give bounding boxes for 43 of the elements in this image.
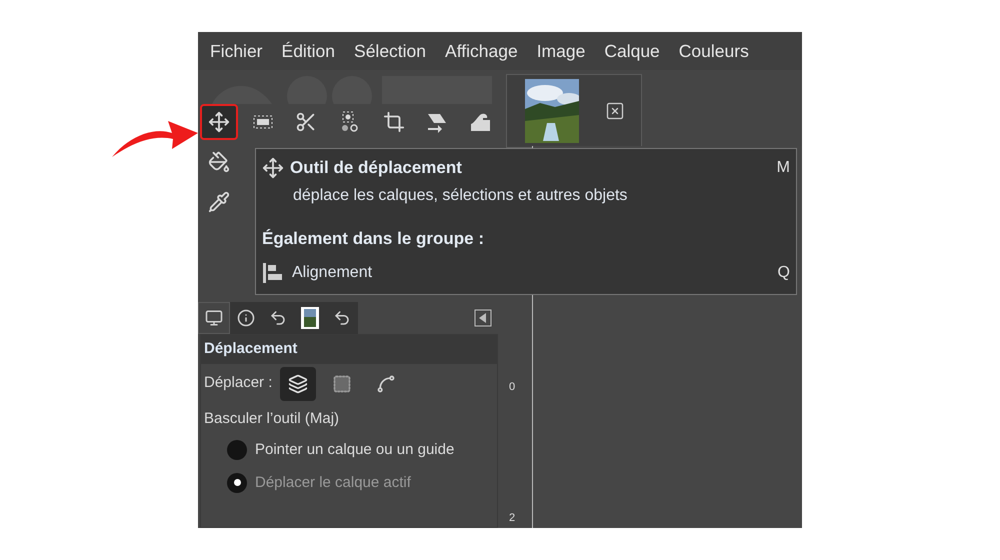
align-left-icon [262, 262, 284, 284]
shortcut-label: M [776, 158, 790, 178]
move-label: Déplacer : [204, 373, 272, 394]
menu-item[interactable]: Fichier [210, 38, 263, 64]
menu-item[interactable]: Édition [282, 38, 336, 64]
menu-item[interactable]: Affichage [445, 38, 518, 64]
close-icon[interactable] [605, 101, 625, 121]
group-item-label: Alignement [292, 263, 372, 283]
panel-menu-icon[interactable] [474, 309, 492, 327]
crop-icon [382, 111, 405, 133]
undo-icon [333, 309, 351, 327]
tool-button[interactable] [200, 104, 238, 140]
radio-button[interactable] [227, 440, 247, 460]
paint-bucket-icon [208, 151, 230, 173]
radio-label[interactable]: Pointer un calque ou un guide [255, 439, 454, 462]
scissors-icon [295, 111, 318, 133]
move-icon [262, 156, 284, 179]
mode-button[interactable] [280, 366, 316, 400]
group-heading: Également dans le groupe : [262, 228, 485, 250]
wave-icon [470, 111, 492, 133]
ruler-label: 0 [509, 382, 516, 393]
tooltip-description: déplace les calques, sélections et autres objets [292, 186, 628, 206]
move-icon [208, 111, 230, 133]
slanted-arrow-icon [426, 111, 448, 133]
shortcut-label: Q [778, 263, 790, 283]
menu-item[interactable]: Calque [604, 38, 660, 64]
image-tab[interactable] [506, 74, 642, 148]
menu-item[interactable]: Image [536, 38, 586, 64]
menu-item[interactable]: Sélection [354, 38, 426, 64]
undo-icon [269, 309, 287, 327]
path-icon [376, 374, 396, 394]
layers-icon [288, 374, 308, 394]
menu-item[interactable]: Couleurs [678, 38, 749, 64]
dock-tab[interactable] [198, 302, 230, 334]
eyedropper-icon [208, 191, 230, 213]
dock-tab[interactable] [326, 302, 358, 334]
info-icon [237, 309, 255, 327]
dock-tab[interactable] [230, 302, 262, 334]
ruler-label: 2 [509, 513, 516, 524]
dotted-square-icon [332, 374, 352, 394]
panel-title: Déplacement [201, 335, 497, 364]
toggle-label: Basculer l’outil (Maj) [203, 408, 340, 428]
tooltip-title: Outil de déplacement [290, 157, 462, 179]
